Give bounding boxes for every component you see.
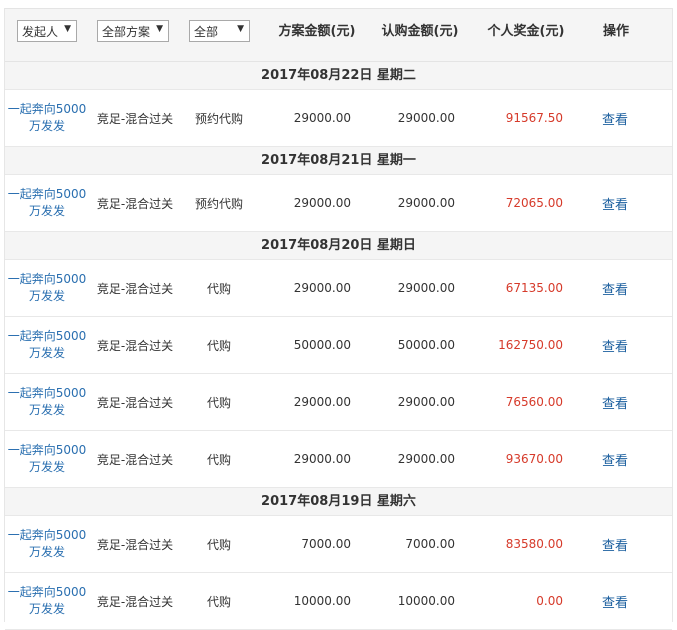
plan-amount: 7000.00 — [301, 537, 351, 551]
plan-amount: 29000.00 — [293, 395, 351, 409]
initiator-link[interactable]: 一起奔向5000万发发 — [5, 374, 89, 430]
table-row: 一起奔向5000万发发 竞足-混合过关 预约代购 29000.00 29000.… — [5, 175, 672, 232]
purchase-mode: 代购 — [206, 452, 231, 467]
table-row: 一起奔向5000万发发 竞足-混合过关 代购 7000.00 7000.00 8… — [5, 516, 672, 573]
subscribed-amount: 29000.00 — [397, 196, 455, 210]
view-link[interactable]: 查看 — [585, 90, 645, 146]
status-filter-select[interactable]: 全部 ▼ — [189, 20, 250, 42]
initiator-link[interactable]: 一起奔向5000万发发 — [5, 175, 89, 231]
purchase-mode: 代购 — [206, 395, 231, 410]
view-link[interactable]: 查看 — [585, 374, 645, 430]
purchase-mode: 代购 — [206, 338, 231, 353]
table-row: 一起奔向5000万发发 竞足-混合过关 代购 29000.00 29000.00… — [5, 260, 672, 317]
view-link[interactable]: 查看 — [585, 175, 645, 231]
subscribed-amount: 50000.00 — [397, 338, 455, 352]
initiator-link[interactable]: 一起奔向5000万发发 — [5, 431, 89, 487]
subscribed-amount: 29000.00 — [397, 395, 455, 409]
initiator-filter-select[interactable]: 发起人 ▼ — [17, 20, 77, 42]
subscribed-amount: 7000.00 — [405, 537, 455, 551]
plan-amount: 29000.00 — [293, 452, 351, 466]
plan-type: 竞足-混合过关 — [96, 281, 174, 296]
plan-type: 竞足-混合过关 — [96, 452, 174, 467]
plan-filter-select[interactable]: 全部方案 ▼ — [97, 20, 169, 42]
view-link[interactable]: 查看 — [585, 317, 645, 373]
plan-type: 竞足-混合过关 — [96, 594, 174, 609]
plan-amount: 10000.00 — [293, 594, 351, 608]
plan-type: 竞足-混合过关 — [96, 395, 174, 410]
purchase-mode: 预约代购 — [194, 111, 243, 126]
plan-filter-label: 全部方案 — [102, 24, 151, 39]
purchase-mode: 代购 — [206, 281, 231, 296]
view-link[interactable]: 查看 — [585, 431, 645, 487]
chevron-down-icon: ▼ — [64, 24, 71, 34]
subscribed-amount: 10000.00 — [397, 594, 455, 608]
table-row: 一起奔向5000万发发 竞足-混合过关 代购 29000.00 29000.00… — [5, 431, 672, 488]
initiator-link[interactable]: 一起奔向5000万发发 — [5, 260, 89, 316]
table-row: 一起奔向5000万发发 竞足-混合过关 预约代购 29000.00 29000.… — [5, 90, 672, 147]
column-header-subscribed: 认购金额(元) — [381, 24, 459, 39]
personal-prize: 67135.00 — [505, 281, 563, 295]
initiator-link[interactable]: 一起奔向5000万发发 — [5, 573, 89, 629]
date-group-header: 2017年08月20日 星期日 — [5, 232, 672, 260]
chevron-down-icon: ▼ — [237, 24, 244, 34]
purchase-mode: 预约代购 — [194, 196, 243, 211]
table-row: 一起奔向5000万发发 竞足-混合过关 代购 50000.00 50000.00… — [5, 317, 672, 374]
view-link[interactable]: 查看 — [585, 573, 645, 629]
view-link[interactable]: 查看 — [585, 260, 645, 316]
table-row: 一起奔向5000万发发 竞足-混合过关 代购 10000.00 10000.00… — [5, 573, 672, 630]
date-group-header: 2017年08月21日 星期一 — [5, 147, 672, 175]
initiator-link[interactable]: 一起奔向5000万发发 — [5, 317, 89, 373]
plan-type: 竞足-混合过关 — [96, 338, 174, 353]
plan-amount: 29000.00 — [293, 196, 351, 210]
personal-prize: 162750.00 — [498, 338, 563, 352]
table-row: 一起奔向5000万发发 竞足-混合过关 代购 29000.00 29000.00… — [5, 374, 672, 431]
plan-type: 竞足-混合过关 — [96, 111, 174, 126]
column-header-prize: 个人奖金(元) — [487, 24, 565, 39]
initiator-filter-label: 发起人 — [22, 24, 59, 39]
personal-prize: 91567.50 — [505, 111, 563, 125]
plan-amount: 29000.00 — [293, 111, 351, 125]
plan-amount: 50000.00 — [293, 338, 351, 352]
personal-prize: 76560.00 — [505, 395, 563, 409]
order-table: 发起人 ▼ 全部方案 ▼ 全部 ▼ 方案金额(元) 认购金额(元) 个人奖金(元… — [4, 8, 673, 630]
personal-prize: 0.00 — [536, 594, 563, 608]
plan-type: 竞足-混合过关 — [96, 196, 174, 211]
status-filter-label: 全部 — [194, 24, 219, 39]
chevron-down-icon: ▼ — [156, 24, 163, 34]
subscribed-amount: 29000.00 — [397, 281, 455, 295]
column-header-action: 操作 — [602, 24, 629, 39]
personal-prize: 93670.00 — [505, 452, 563, 466]
personal-prize: 72065.00 — [505, 196, 563, 210]
initiator-link[interactable]: 一起奔向5000万发发 — [5, 516, 89, 572]
initiator-link[interactable]: 一起奔向5000万发发 — [5, 90, 89, 146]
column-header-amount: 方案金额(元) — [278, 24, 356, 39]
plan-amount: 29000.00 — [293, 281, 351, 295]
subscribed-amount: 29000.00 — [397, 452, 455, 466]
date-group-header: 2017年08月19日 星期六 — [5, 488, 672, 516]
purchase-mode: 代购 — [206, 537, 231, 552]
subscribed-amount: 29000.00 — [397, 111, 455, 125]
table-header: 发起人 ▼ 全部方案 ▼ 全部 ▼ 方案金额(元) 认购金额(元) 个人奖金(元… — [5, 8, 672, 62]
personal-prize: 83580.00 — [505, 537, 563, 551]
plan-type: 竞足-混合过关 — [96, 537, 174, 552]
purchase-mode: 代购 — [206, 594, 231, 609]
date-group-header: 2017年08月22日 星期二 — [5, 62, 672, 90]
view-link[interactable]: 查看 — [585, 516, 645, 572]
